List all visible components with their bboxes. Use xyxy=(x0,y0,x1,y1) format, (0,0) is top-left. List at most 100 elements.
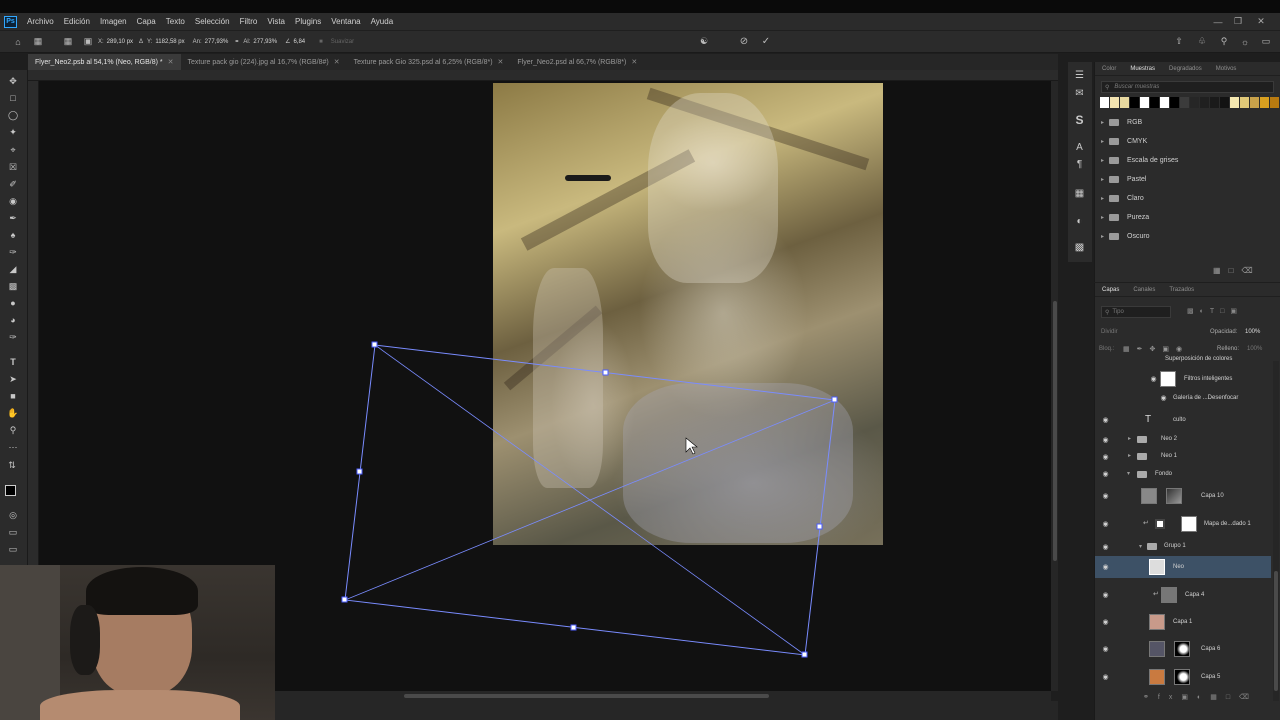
layer-mask-thumbnail[interactable] xyxy=(1174,669,1190,685)
layer-thumbnail[interactable] xyxy=(1149,641,1165,657)
visibility-eye-icon[interactable]: ◉ xyxy=(1101,416,1110,425)
delete-layer-icon[interactable]: ⌫ xyxy=(1239,694,1258,701)
color-swatch[interactable] xyxy=(1200,97,1209,108)
transform-handle-top-right[interactable] xyxy=(831,396,838,403)
tab-degradados[interactable]: Degradados xyxy=(1162,66,1209,72)
chevron-right-icon[interactable]: ▸ xyxy=(1101,233,1104,240)
transform-handle-bottom-left[interactable] xyxy=(341,596,348,603)
visibility-eye-icon[interactable]: ◉ xyxy=(1101,563,1110,572)
visibility-eye-icon[interactable]: ◉ xyxy=(1149,375,1158,384)
lock-paint-icon[interactable]: ✒ xyxy=(1137,346,1150,353)
chevron-right-icon[interactable]: ▸ xyxy=(1101,195,1104,202)
color-swatch[interactable] xyxy=(1210,97,1219,108)
layer-thumbnail[interactable] xyxy=(1149,669,1165,685)
layer-row[interactable]: ◉ Capa 1 xyxy=(1095,611,1271,633)
color-swatch[interactable] xyxy=(1190,97,1199,108)
visibility-eye-icon[interactable]: ◉ xyxy=(1101,618,1110,627)
smart-filter-row[interactable]: ◉ Galería de ...Desenfocar xyxy=(1095,390,1271,406)
visibility-eye-icon[interactable]: ◉ xyxy=(1101,492,1110,501)
color-swatch[interactable] xyxy=(1170,97,1179,108)
layer-group-row[interactable]: ◉ ▾ Grupo 1 xyxy=(1095,539,1271,554)
layer-thumbnail[interactable] xyxy=(1149,614,1165,630)
layer-row[interactable]: ◉ T culto xyxy=(1095,409,1271,431)
layer-row[interactable]: ◉ ↵ Mapa de...dado 1 xyxy=(1095,513,1271,535)
visibility-eye-icon[interactable]: ◉ xyxy=(1101,645,1110,654)
layer-row[interactable]: ◉ ↵ Capa 4 xyxy=(1095,584,1271,606)
chevron-right-icon[interactable]: ▸ xyxy=(1101,176,1104,183)
color-swatch[interactable] xyxy=(1160,97,1169,108)
color-swatch[interactable] xyxy=(1250,97,1259,108)
libraries-panel-icon[interactable]: ▦ xyxy=(1072,186,1087,201)
properties-panel-icon[interactable]: ▩ xyxy=(1072,240,1087,255)
scroll-thumb[interactable] xyxy=(1053,301,1057,561)
layer-thumbnail[interactable] xyxy=(1161,587,1177,603)
adjustment-icon[interactable]: ◐ xyxy=(1197,694,1210,701)
color-swatch[interactable] xyxy=(1240,97,1249,108)
layer-mask-thumbnail[interactable] xyxy=(1166,488,1182,504)
new-swatch-icon[interactable]: □ xyxy=(1229,266,1242,275)
layer-group-row[interactable]: ◉ ▾ Fondo xyxy=(1095,466,1271,482)
layer-mask-thumbnail[interactable] xyxy=(1181,516,1197,532)
history-panel-icon[interactable]: ☰ xyxy=(1072,68,1087,83)
transform-handle-top-left[interactable] xyxy=(371,341,378,348)
transform-handle-right[interactable] xyxy=(816,523,823,530)
color-swatch[interactable] xyxy=(1220,97,1229,108)
comments-panel-icon[interactable]: ✉ xyxy=(1072,86,1087,101)
chevron-right-icon[interactable]: ▸ xyxy=(1128,452,1131,459)
color-swatch[interactable] xyxy=(1270,97,1279,108)
visibility-eye-icon[interactable]: ◉ xyxy=(1101,520,1110,529)
tab-capas[interactable]: Capas xyxy=(1095,287,1126,293)
chevron-right-icon[interactable]: ▸ xyxy=(1101,119,1104,126)
swatch-folder-row[interactable]: ▸ CMYK xyxy=(1095,132,1280,151)
transform-handle-bottom[interactable] xyxy=(570,624,577,631)
tab-color[interactable]: Color xyxy=(1095,66,1123,72)
add-mask-icon[interactable]: ▣ xyxy=(1181,694,1197,701)
swatch-folder-row[interactable]: ▸ Claro xyxy=(1095,189,1280,208)
smart-filter-icon[interactable]: ▣ xyxy=(1230,308,1243,315)
tab-muestras[interactable]: Muestras xyxy=(1123,66,1162,72)
layer-row[interactable]: ◉ Capa 10 xyxy=(1095,485,1271,507)
smart-filters-row[interactable]: ◉ Filtros inteligentes xyxy=(1095,369,1271,389)
chevron-down-icon[interactable]: ▾ xyxy=(1127,470,1130,477)
layer-effect-row[interactable]: Superposición de colores xyxy=(1095,353,1271,365)
opacity-field[interactable]: 100% xyxy=(1245,329,1260,335)
color-swatch[interactable] xyxy=(1110,97,1119,108)
transform-handle-top[interactable] xyxy=(602,369,609,376)
swatch-folder-row[interactable]: ▸ RGB xyxy=(1095,113,1280,132)
visibility-eye-icon[interactable]: ◉ xyxy=(1101,542,1110,551)
visibility-eye-icon[interactable]: ◉ xyxy=(1159,394,1168,403)
chevron-down-icon[interactable]: ▾ xyxy=(1139,543,1142,550)
vertical-scrollbar[interactable] xyxy=(1051,81,1058,691)
color-swatch[interactable] xyxy=(1120,97,1129,108)
swatches-search-input[interactable]: ⚲ Buscar muestras xyxy=(1101,81,1274,93)
visibility-eye-icon[interactable]: ◉ xyxy=(1101,435,1110,444)
type-filter-icon[interactable]: T xyxy=(1210,308,1220,315)
color-swatch[interactable] xyxy=(1180,97,1189,108)
tab-canales[interactable]: Canales xyxy=(1126,287,1162,293)
scroll-thumb[interactable] xyxy=(404,694,769,698)
layer-row[interactable]: ◉ Capa 6 xyxy=(1095,638,1271,660)
swatch-folder-row[interactable]: ▸ Oscuro xyxy=(1095,227,1280,246)
swatch-folder-row[interactable]: ▸ Pastel xyxy=(1095,170,1280,189)
lock-position-icon[interactable]: ✥ xyxy=(1150,346,1163,353)
layer-row[interactable]: ◉ Capa 5 xyxy=(1095,666,1271,688)
new-group-icon[interactable]: ▦ xyxy=(1210,694,1226,701)
visibility-eye-icon[interactable]: ◉ xyxy=(1101,470,1110,479)
layer-style-icon[interactable]: fx xyxy=(1158,694,1181,701)
image-filter-icon[interactable]: ▩ xyxy=(1187,308,1200,315)
visibility-eye-icon[interactable]: ◉ xyxy=(1101,591,1110,600)
layer-mask-thumbnail[interactable] xyxy=(1174,641,1190,657)
link-layers-icon[interactable]: ⚭ xyxy=(1143,694,1158,701)
chevron-right-icon[interactable]: ▸ xyxy=(1101,138,1104,145)
tab-motivos[interactable]: Motivos xyxy=(1209,66,1244,72)
layer-group-row[interactable]: ◉ ▸ Neo 1 xyxy=(1095,448,1271,465)
lock-artboard-icon[interactable]: ▣ xyxy=(1162,346,1176,353)
color-swatch[interactable] xyxy=(1230,97,1239,108)
color-swatch[interactable] xyxy=(1260,97,1269,108)
filter-mask-thumbnail[interactable] xyxy=(1160,371,1176,387)
fill-field[interactable]: 100% xyxy=(1247,346,1262,352)
visibility-eye-icon[interactable]: ◉ xyxy=(1101,673,1110,682)
layer-filter-select[interactable]: ⚲ Tipo xyxy=(1101,306,1171,318)
visibility-eye-icon[interactable]: ◉ xyxy=(1101,452,1110,461)
transform-handle-left[interactable] xyxy=(356,468,363,475)
